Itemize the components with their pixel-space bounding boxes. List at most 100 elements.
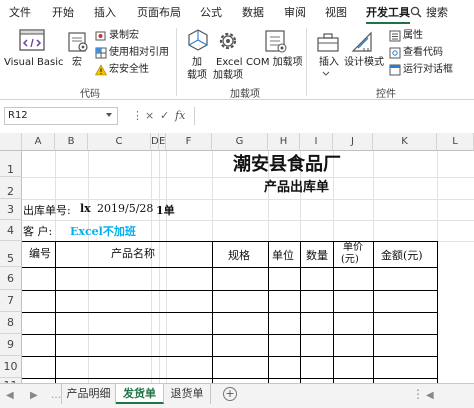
tab-data[interactable]: 数据 bbox=[242, 4, 264, 22]
properties-button[interactable]: 属性 bbox=[403, 30, 423, 42]
toolbox-icon bbox=[317, 33, 339, 52]
customer-value: Excel不加班 bbox=[70, 225, 136, 238]
customer-label: 客 户: bbox=[23, 225, 53, 238]
header-unit: 单位 bbox=[272, 249, 294, 262]
column-header[interactable]: D bbox=[151, 133, 159, 151]
search-label[interactable]: 搜索 bbox=[426, 4, 448, 22]
cancel-button[interactable]: × bbox=[145, 108, 154, 124]
column-header[interactable]: I bbox=[300, 133, 333, 151]
table-border bbox=[22, 290, 437, 291]
excel-addins-line1[interactable]: Excel bbox=[216, 57, 243, 69]
table-border bbox=[373, 241, 374, 383]
order-count: 1单 bbox=[156, 204, 175, 217]
gridline bbox=[22, 177, 474, 178]
column-header[interactable]: B bbox=[55, 133, 88, 151]
chevron-down-icon bbox=[322, 71, 330, 76]
row-header[interactable]: 8 bbox=[0, 312, 22, 334]
column-header[interactable]: F bbox=[166, 133, 212, 151]
ribbon-tab-bar: 文件 开始 插入 页面布局 公式 数据 审阅 视图 开发工具 搜索 bbox=[0, 0, 474, 24]
visual-basic-button[interactable]: Visual Basic bbox=[4, 57, 64, 69]
tab-review[interactable]: 审阅 bbox=[284, 4, 306, 22]
previous-sheet-icon[interactable]: ◀ bbox=[6, 390, 14, 401]
column-header[interactable]: H bbox=[268, 133, 300, 151]
insert-function-button[interactable]: fx bbox=[175, 108, 185, 124]
row-header[interactable]: 9 bbox=[0, 334, 22, 356]
scroll-left-icon[interactable]: ◀ bbox=[426, 390, 434, 401]
row-header[interactable]: 5 bbox=[0, 241, 22, 267]
row-header[interactable]: 7 bbox=[0, 290, 22, 312]
chevron-down-icon[interactable] bbox=[106, 113, 112, 117]
tab-home[interactable]: 开始 bbox=[52, 4, 74, 22]
sheet-tab-product-detail[interactable]: 产品明细 bbox=[61, 384, 116, 404]
worksheet-grid[interactable]: A B C D E F G H I J K L 1 2 3 4 5 6 7 8 … bbox=[0, 133, 474, 383]
gridline bbox=[22, 220, 474, 221]
table-border bbox=[22, 334, 437, 335]
record-macro-button[interactable]: 录制宏 bbox=[109, 30, 139, 42]
add-sheet-button[interactable]: + bbox=[223, 387, 237, 401]
addins-button-line1[interactable]: 加 bbox=[192, 57, 202, 69]
column-header[interactable]: A bbox=[22, 133, 55, 151]
formula-input[interactable] bbox=[194, 107, 474, 125]
column-header[interactable]: G bbox=[212, 133, 268, 151]
excel-addins-line2[interactable]: 加载项 bbox=[213, 70, 243, 82]
column-header[interactable]: E bbox=[159, 133, 166, 151]
relative-refs-button[interactable]: 使用相对引用 bbox=[109, 47, 169, 59]
design-mode-button[interactable]: 设计模式 bbox=[344, 57, 384, 69]
header-amount: 金额(元) bbox=[381, 249, 423, 262]
group-separator bbox=[176, 28, 177, 96]
row-header[interactable]: 3 bbox=[0, 199, 22, 220]
formula-bar: R12 ⋮ × ✓ fx bbox=[0, 104, 474, 128]
row-header[interactable]: 6 bbox=[0, 267, 22, 290]
insert-control-button[interactable]: 插入 bbox=[319, 57, 339, 69]
macro-security-button[interactable]: 宏安全性 bbox=[109, 64, 149, 76]
resize-handle-icon[interactable]: ⋮ bbox=[132, 108, 143, 124]
table-border bbox=[22, 378, 437, 379]
select-all-corner[interactable] bbox=[0, 133, 22, 151]
row-header[interactable]: 1 bbox=[0, 151, 22, 177]
sheet-tab-bar: ◀ ▶ … 产品明细 发货单 退货单 + ⋮ ◀ bbox=[0, 383, 474, 408]
column-header[interactable]: J bbox=[333, 133, 373, 151]
enter-button[interactable]: ✓ bbox=[160, 108, 169, 124]
tab-file[interactable]: 文件 bbox=[9, 4, 31, 22]
search-icon[interactable] bbox=[410, 6, 422, 18]
table-border bbox=[55, 241, 56, 383]
table-border bbox=[437, 241, 438, 383]
macros-button[interactable]: 宏 bbox=[72, 57, 82, 69]
order-date: 2019/5/28 bbox=[97, 202, 154, 215]
com-addins-button[interactable]: COM 加载项 bbox=[246, 57, 303, 69]
addins-group-label: 加载项 bbox=[230, 89, 260, 100]
header-spec: 规格 bbox=[228, 249, 250, 262]
gear-icon bbox=[219, 32, 237, 50]
addins-button-line2[interactable]: 载项 bbox=[187, 70, 207, 82]
gridline bbox=[22, 199, 474, 200]
column-header[interactable]: C bbox=[88, 133, 151, 151]
table-border bbox=[22, 267, 437, 268]
tab-formulas[interactable]: 公式 bbox=[200, 4, 222, 22]
tab-page-layout[interactable]: 页面布局 bbox=[137, 4, 181, 22]
row-header[interactable]: 4 bbox=[0, 220, 22, 241]
view-code-button[interactable]: 查看代码 bbox=[403, 47, 443, 59]
row-header[interactable]: 10 bbox=[0, 356, 22, 378]
tab-insert[interactable]: 插入 bbox=[94, 4, 116, 22]
run-dialog-button[interactable]: 运行对话框 bbox=[403, 64, 453, 76]
sheet-tab-shipping[interactable]: 发货单 bbox=[116, 384, 164, 404]
properties-icon bbox=[389, 30, 401, 42]
more-options-icon[interactable]: ⋮ bbox=[412, 387, 424, 401]
name-box[interactable]: R12 bbox=[4, 107, 118, 125]
record-macro-icon bbox=[95, 31, 106, 41]
more-sheets-icon[interactable]: … bbox=[51, 390, 61, 401]
controls-group-label: 控件 bbox=[376, 89, 396, 100]
table-border bbox=[22, 241, 437, 242]
addins-icon bbox=[188, 29, 208, 51]
tab-view[interactable]: 视图 bbox=[325, 4, 347, 22]
table-border bbox=[268, 241, 269, 383]
row-header[interactable]: 2 bbox=[0, 177, 22, 199]
visual-basic-icon bbox=[19, 29, 45, 51]
tab-developer[interactable]: 开发工具 bbox=[366, 4, 410, 24]
group-separator bbox=[306, 28, 307, 96]
column-header[interactable]: L bbox=[437, 133, 474, 151]
ribbon: Visual Basic 宏 录制宏 使用相对引用 宏安全性 代码 加 载项 E… bbox=[0, 24, 474, 100]
next-sheet-icon[interactable]: ▶ bbox=[30, 390, 38, 401]
column-header[interactable]: K bbox=[373, 133, 437, 151]
sheet-tab-returns[interactable]: 退货单 bbox=[164, 384, 211, 404]
